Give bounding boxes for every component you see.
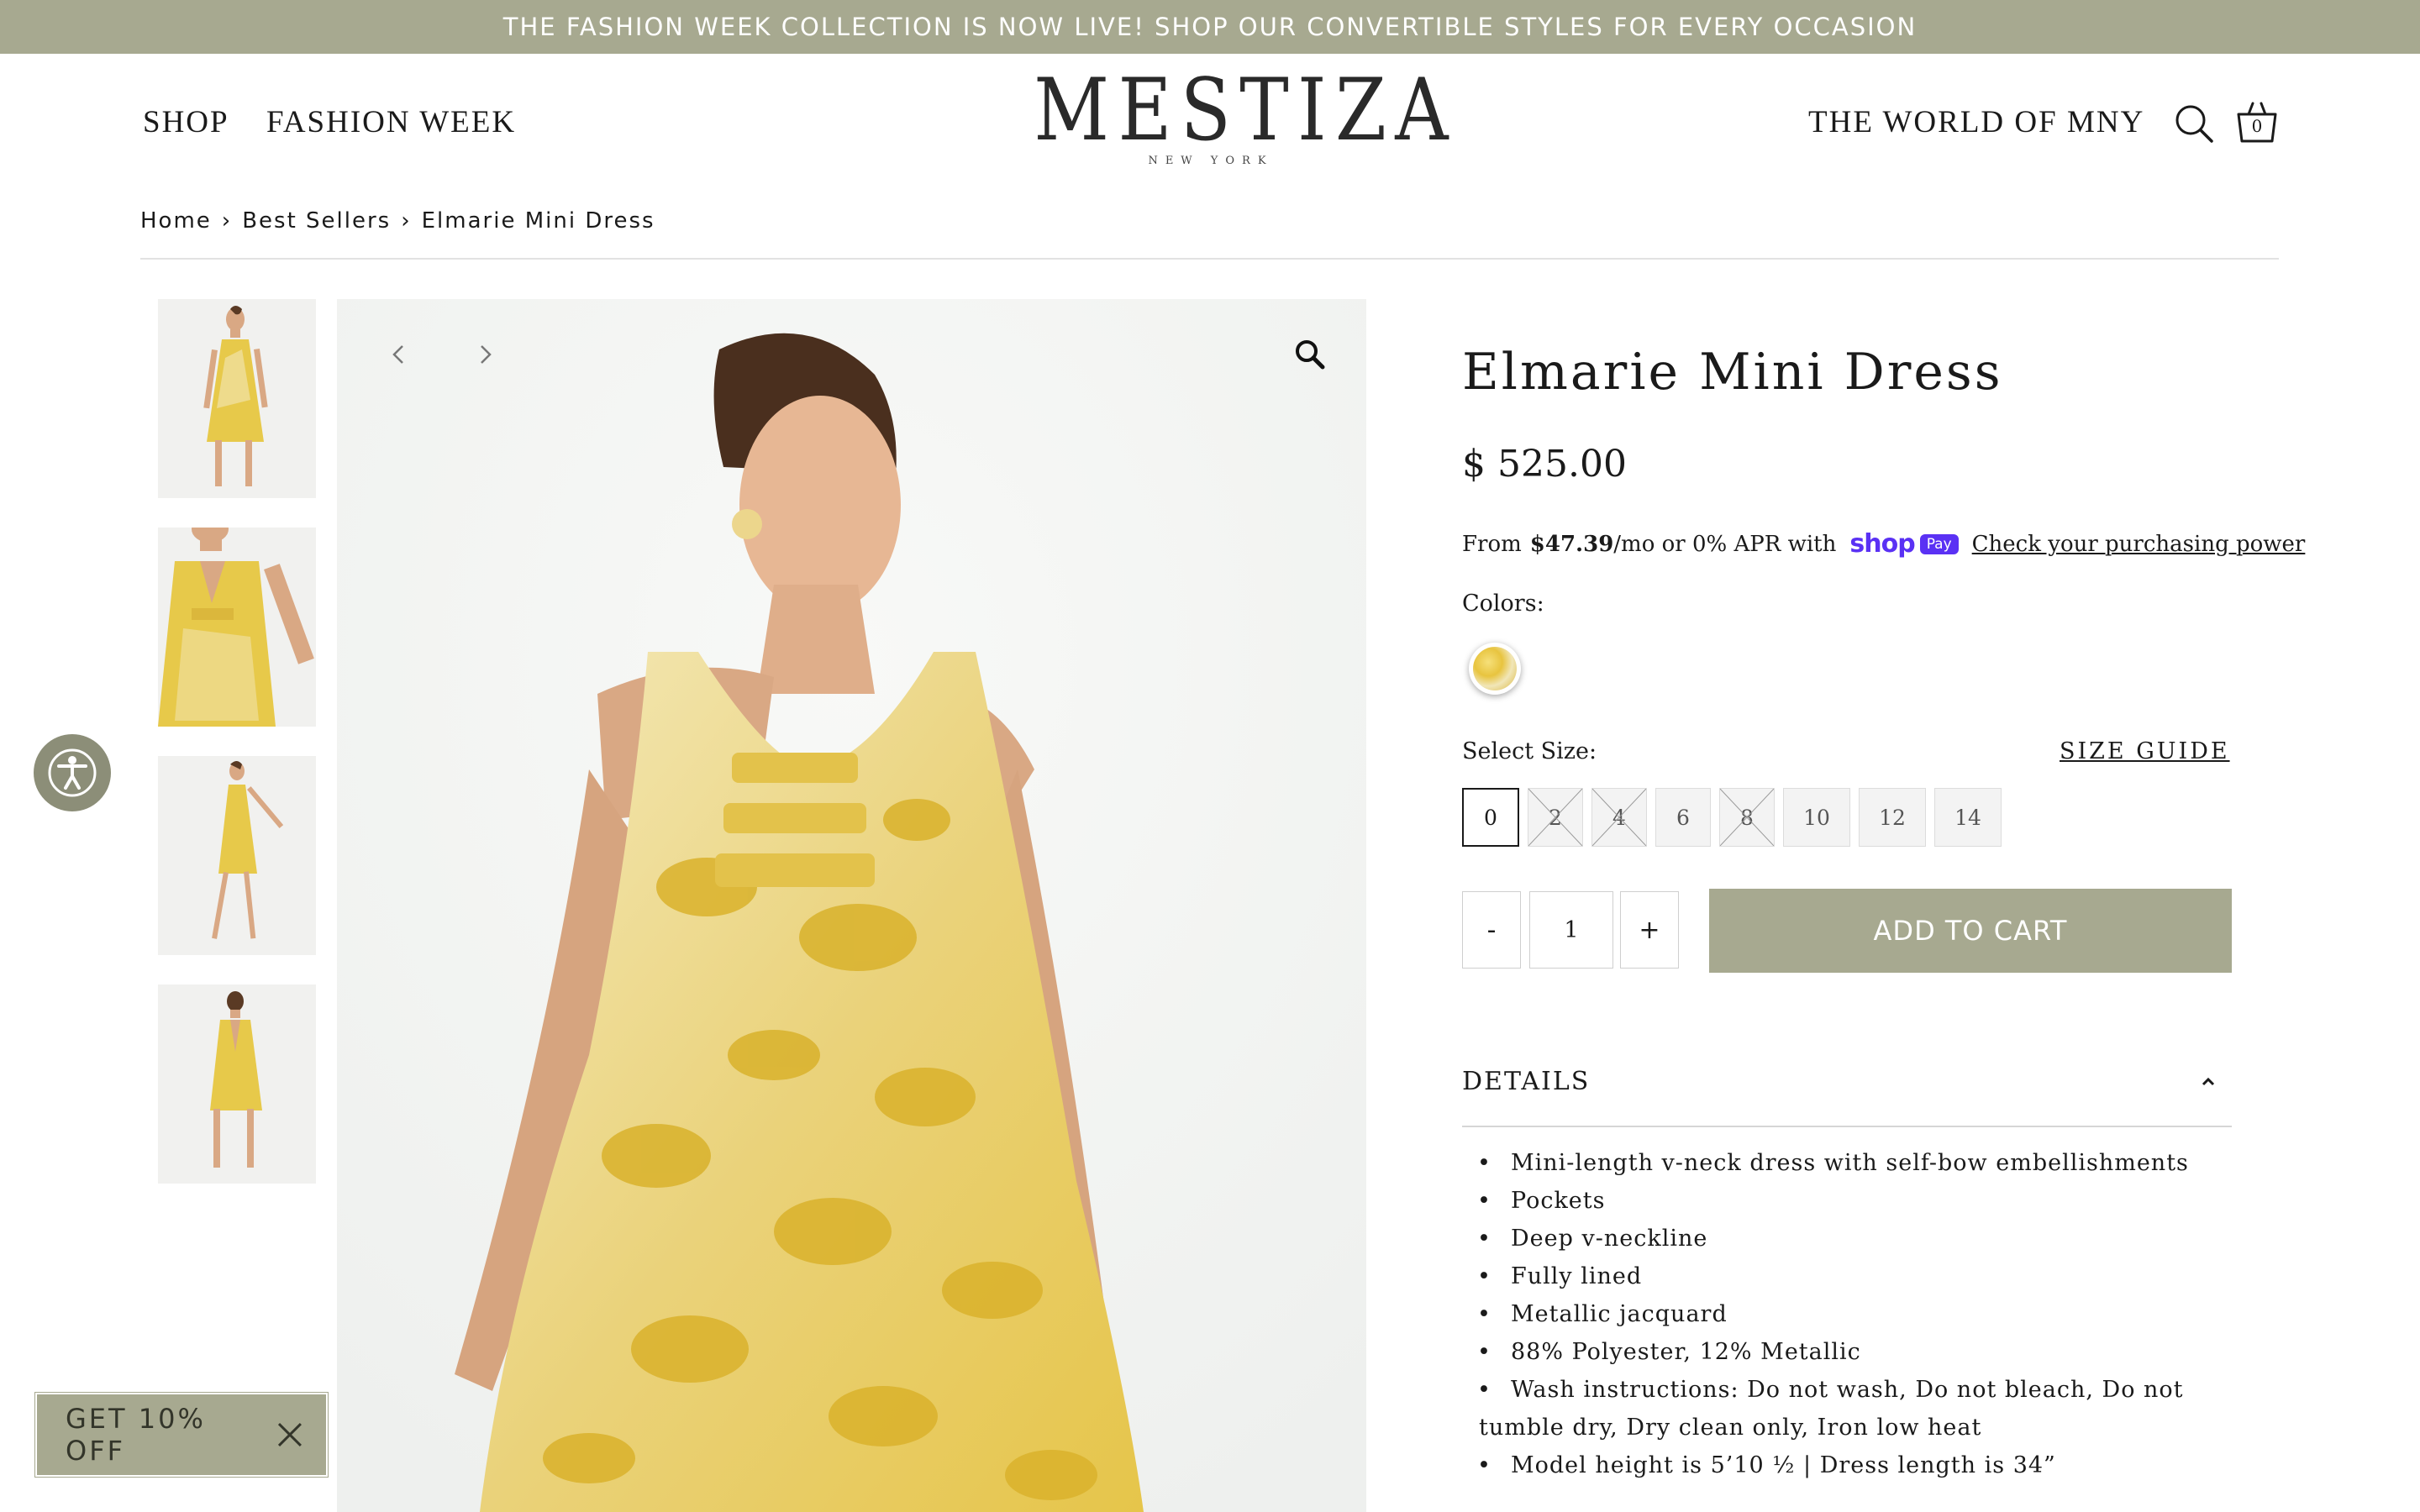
main-product-image[interactable] (337, 299, 1366, 1512)
size-option-0[interactable]: 0 (1462, 788, 1519, 847)
size-label-6: 6 (1676, 805, 1690, 830)
details-list: Mini-length v-neck dress with self-bow e… (1462, 1144, 2218, 1484)
size-label-10: 10 (1803, 805, 1830, 830)
purchasing-power-link[interactable]: Check your purchasing power (1972, 532, 2306, 557)
list-item: Model height is 5’10 ½ | Dress length is… (1462, 1446, 2218, 1484)
shop-pay-wordmark: shop (1849, 529, 1915, 559)
breadcrumb: Home › Best Sellers › Elmarie Mini Dress (140, 208, 655, 234)
discount-promo-button[interactable]: GET 10% OFF (34, 1392, 329, 1478)
size-label-14: 14 (1954, 805, 1981, 830)
logo-wordmark: MESTIZA (1034, 60, 1457, 160)
detail-text: Model height is 5’10 ½ | Dress length is… (1511, 1452, 2056, 1478)
color-swatch-gold[interactable] (1469, 643, 1521, 695)
close-icon[interactable] (276, 1420, 304, 1449)
size-option-6[interactable]: 6 (1655, 788, 1711, 847)
breadcrumb-current: Elmarie Mini Dress (421, 208, 655, 234)
detail-text: Deep v-neckline (1511, 1226, 1708, 1252)
nav-shop[interactable]: SHOP (143, 104, 229, 140)
nav-fashion-week[interactable]: FASHION WEEK (266, 104, 516, 140)
cart-count: 0 (2251, 116, 2263, 136)
prev-image-icon[interactable] (384, 339, 414, 370)
shop-pay-logo: shop Pay (1849, 529, 1959, 559)
breadcrumb-home[interactable]: Home (140, 208, 212, 234)
size-option-8[interactable]: 8 (1719, 788, 1775, 847)
list-item: 88% Polyester, 12% Metallic (1462, 1333, 2218, 1371)
quantity-increase-button[interactable]: + (1620, 891, 1679, 969)
size-selector: 0 2 4 6 8 10 12 14 (1462, 788, 2002, 847)
add-to-cart-button[interactable]: ADD TO CART (1709, 889, 2232, 973)
detail-text: Mini-length v-neck dress with self-bow e… (1511, 1150, 2189, 1176)
accessibility-icon[interactable] (34, 734, 111, 811)
announcement-bar[interactable]: THE FASHION WEEK COLLECTION IS NOW LIVE!… (0, 0, 2420, 54)
colors-label: Colors: (1462, 591, 1544, 617)
size-guide-link[interactable]: SIZE GUIDE (2060, 738, 2230, 764)
detail-text: Wash instructions: Do not wash, Do not b… (1479, 1377, 2184, 1441)
size-label: Select Size: (1462, 738, 1597, 764)
installments-info: From $47.39/mo or 0% APR with shop Pay C… (1462, 529, 2305, 559)
thumbnail-back[interactable] (158, 984, 316, 1184)
quantity-decrease-button[interactable]: - (1462, 891, 1521, 969)
detail-text: Pockets (1511, 1188, 1606, 1214)
list-item: Pockets (1462, 1182, 2218, 1220)
nav-world-of-mny[interactable]: THE WORLD OF MNY (1808, 104, 2144, 140)
details-divider (1462, 1126, 2232, 1127)
list-item: Wash instructions: Do not wash, Do not b… (1462, 1371, 2218, 1446)
promo-label: GET 10% OFF (66, 1403, 206, 1467)
thumbnail-front[interactable] (158, 299, 316, 498)
thumbnail-side[interactable] (158, 756, 316, 955)
list-item: Metallic jacquard (1462, 1295, 2218, 1333)
site-logo[interactable]: MESTIZA NEW YORK (1005, 60, 1457, 170)
list-item: Mini-length v-neck dress with self-bow e… (1462, 1144, 2218, 1182)
installments-suffix: /mo or 0% APR with (1613, 531, 1837, 557)
thumbnail-detail[interactable] (158, 528, 316, 727)
detail-text: 88% Polyester, 12% Metallic (1511, 1339, 1861, 1365)
detail-text: Fully lined (1511, 1263, 1643, 1289)
search-icon[interactable] (2173, 102, 2215, 144)
size-option-12[interactable]: 12 (1859, 788, 1926, 847)
product-title: Elmarie Mini Dress (1462, 343, 2003, 402)
zoom-icon[interactable] (1293, 338, 1327, 371)
detail-text: Metallic jacquard (1511, 1301, 1728, 1327)
next-image-icon[interactable] (470, 339, 500, 370)
size-option-2[interactable]: 2 (1528, 788, 1583, 847)
size-option-14[interactable]: 14 (1934, 788, 2002, 847)
product-price: $ 525.00 (1462, 443, 1627, 486)
cart-icon[interactable]: 0 (2235, 99, 2279, 144)
size-option-4[interactable]: 4 (1591, 788, 1647, 847)
installments-prefix: From (1462, 531, 1522, 557)
header-divider (140, 258, 2279, 260)
list-item: Fully lined (1462, 1257, 2218, 1295)
size-label-0: 0 (1484, 805, 1497, 830)
breadcrumb-separator: › (401, 208, 412, 234)
installments-amount: $47.39 (1529, 531, 1614, 557)
list-item: Deep v-neckline (1462, 1220, 2218, 1257)
chevron-up-icon[interactable] (2198, 1072, 2218, 1092)
size-label-12: 12 (1879, 805, 1906, 830)
quantity-input[interactable] (1529, 891, 1613, 969)
details-toggle[interactable]: DETAILS (1462, 1067, 2232, 1096)
size-option-10[interactable]: 10 (1783, 788, 1850, 847)
breadcrumb-separator: › (221, 208, 233, 234)
announcement-text: THE FASHION WEEK COLLECTION IS NOW LIVE!… (502, 13, 1918, 41)
shop-pay-pill: Pay (1919, 533, 1959, 554)
breadcrumb-best-sellers[interactable]: Best Sellers (242, 208, 391, 234)
